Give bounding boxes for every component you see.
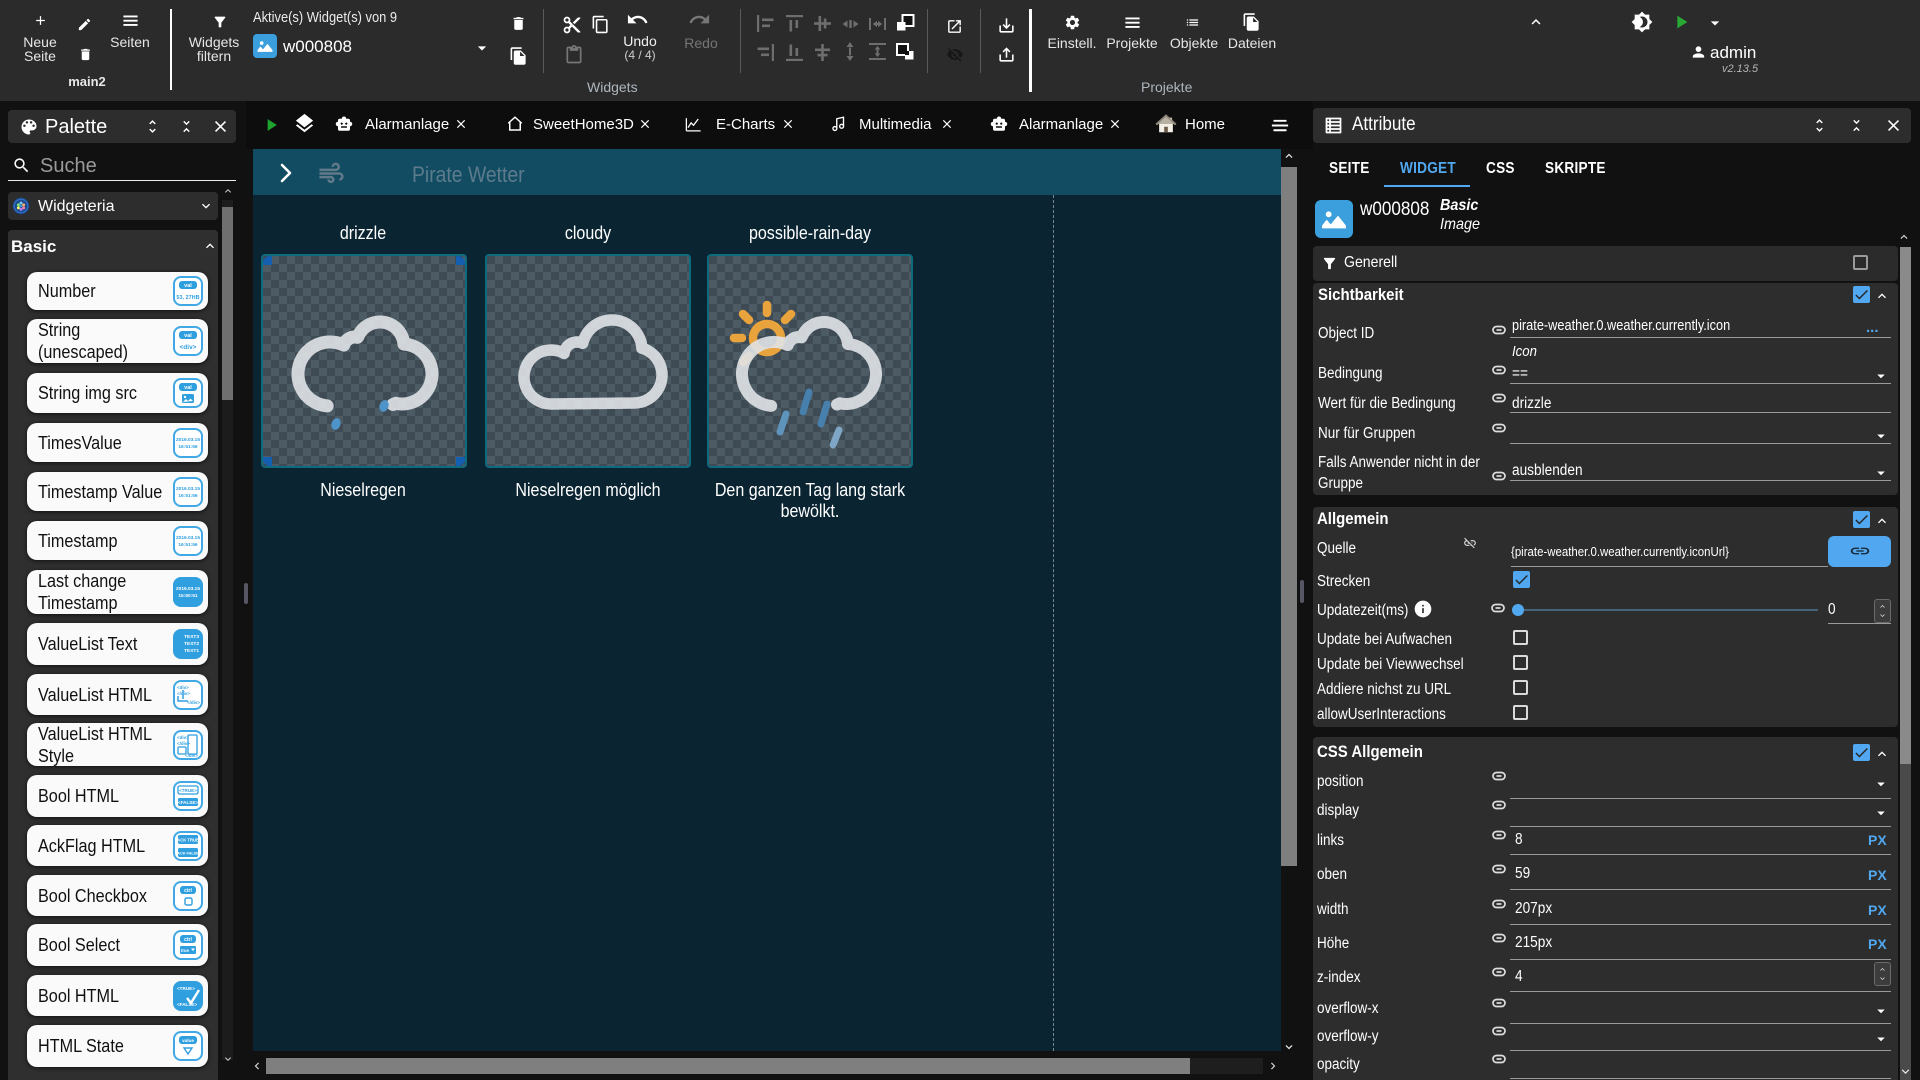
svg-text:TEXT3: TEXT3 — [184, 634, 199, 640]
svg-text:</div>: </div> — [187, 700, 200, 705]
svg-text:val: val — [184, 385, 192, 391]
svg-text:<TRUE>: <TRUE> — [179, 788, 197, 793]
svg-text:2016.03.15: 2016.03.15 — [176, 586, 200, 592]
svg-text:val: val — [184, 283, 192, 289]
svg-text:16:51:56: 16:51:56 — [178, 542, 198, 548]
svg-text:val: val — [184, 333, 192, 339]
svg-text:53, 27HB: 53, 27HB — [176, 295, 199, 301]
svg-text:ACK TRUE: ACK TRUE — [177, 837, 199, 842]
svg-text:<div>: <div> — [177, 685, 189, 690]
svg-text:<TRUE>: <TRUE> — [177, 986, 195, 991]
svg-text:16:51:56: 16:51:56 — [178, 493, 198, 499]
svg-text:</div>: </div> — [185, 753, 198, 758]
svg-text:16:51:56: 16:51:56 — [178, 444, 198, 450]
svg-text:ctrl: ctrl — [184, 888, 192, 894]
svg-text:ACK FALSE: ACK FALSE — [177, 851, 199, 855]
svg-text:2016.03.15: 2016.03.15 — [176, 535, 200, 541]
svg-text:TEXT1: TEXT1 — [184, 648, 199, 654]
svg-text:<div>: <div> — [177, 735, 189, 740]
svg-text:TEXT2: TEXT2 — [184, 641, 199, 647]
svg-text:<FALSE>: <FALSE> — [178, 800, 198, 805]
svg-text:true: true — [181, 948, 190, 953]
svg-text:15:50:51: 15:50:51 — [178, 593, 198, 599]
svg-text:<FALSE>: <FALSE> — [177, 1002, 197, 1007]
svg-text:2016.03.15: 2016.03.15 — [176, 437, 200, 443]
svg-text:ctrl: ctrl — [184, 937, 192, 943]
svg-text:value: value — [182, 1038, 194, 1043]
svg-text:2016.03.15: 2016.03.15 — [176, 486, 200, 492]
svg-text:<div>: <div> — [180, 344, 197, 351]
